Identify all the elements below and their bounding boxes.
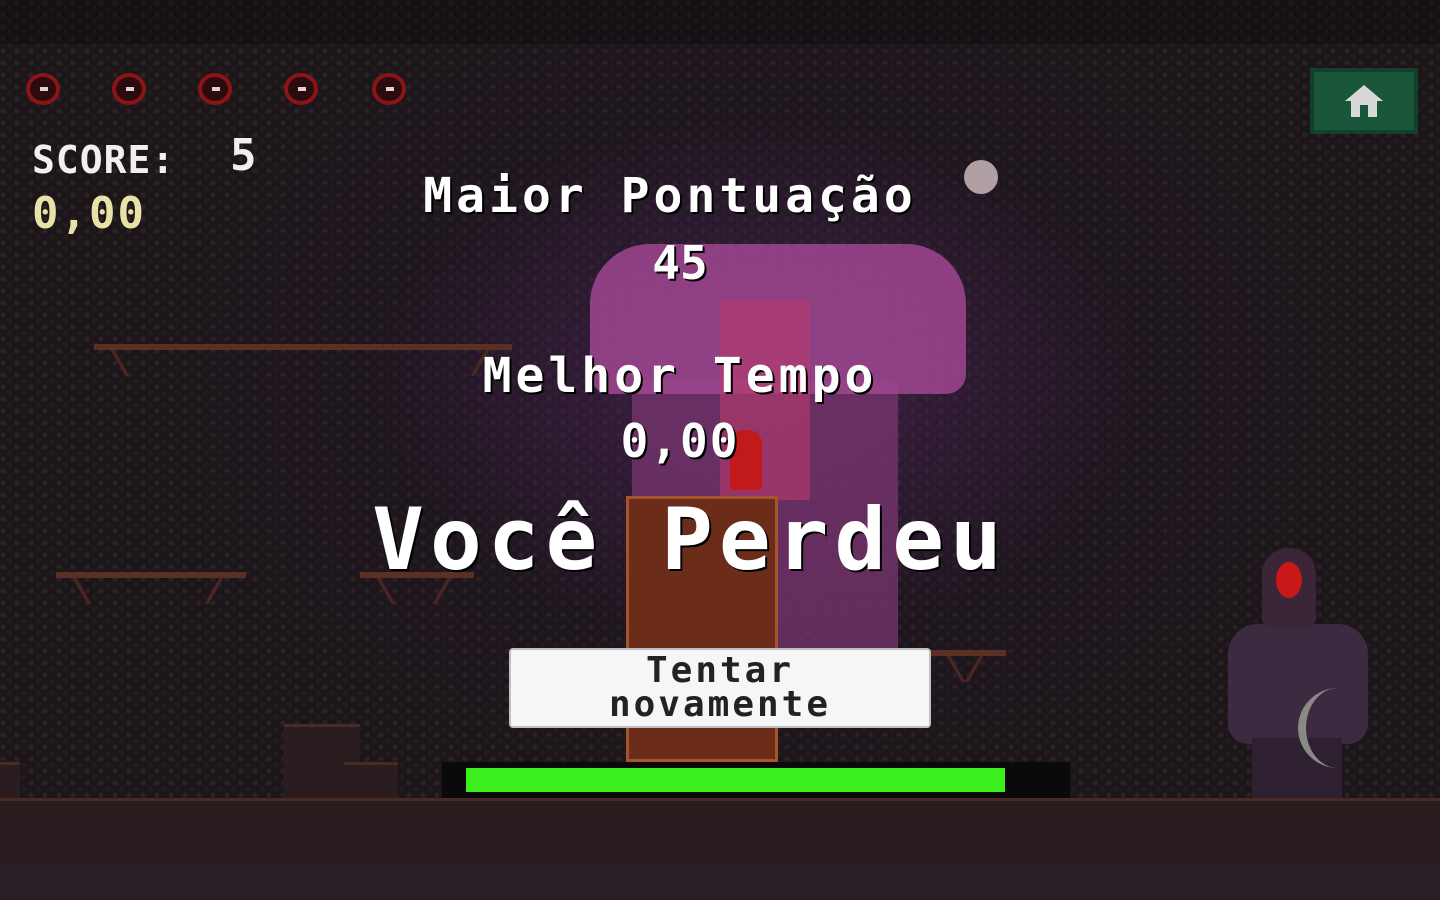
home-icon xyxy=(1345,85,1383,117)
life-eye-pupil xyxy=(40,87,48,91)
life-eye-pupil xyxy=(126,87,134,91)
wooden-ledge xyxy=(56,572,246,578)
best-time-value: 0,00 xyxy=(620,414,740,468)
cave-floor-base xyxy=(0,862,1440,900)
progress-bar-fill xyxy=(466,768,1005,792)
life-eye-pupil xyxy=(298,87,306,91)
game-over-title: Você Perdeu xyxy=(372,490,1008,590)
game-stage: SCORE: 5 0,00 Maior Pontuação 45 Melhor … xyxy=(0,0,1440,900)
enemy-eye xyxy=(1276,562,1302,598)
life-eye-icon xyxy=(112,73,146,105)
high-score-title: Maior Pontuação xyxy=(423,168,917,224)
wooden-ledge xyxy=(930,650,1006,656)
cyclops-enemy xyxy=(1200,548,1390,798)
life-eye-icon xyxy=(198,73,232,105)
best-time-title: Melhor Tempo xyxy=(482,348,878,404)
time-value: 0,00 xyxy=(32,188,146,239)
progress-bar-track xyxy=(442,762,1070,798)
cave-floor xyxy=(0,798,1440,865)
score-value: 5 xyxy=(230,130,257,181)
score-label: SCORE: xyxy=(32,138,176,182)
life-eye-icon xyxy=(372,73,406,105)
cave-ceiling xyxy=(0,0,1440,44)
retry-button[interactable]: Tentar novamente xyxy=(509,648,931,728)
life-eye-icon xyxy=(284,73,318,105)
life-eye-pupil xyxy=(212,87,220,91)
high-score-value: 45 xyxy=(652,236,708,290)
life-eye-icon xyxy=(26,73,60,105)
home-button[interactable] xyxy=(1310,68,1418,134)
retry-button-label: Tentar novamente xyxy=(608,650,832,725)
life-eye-pupil xyxy=(386,87,394,91)
